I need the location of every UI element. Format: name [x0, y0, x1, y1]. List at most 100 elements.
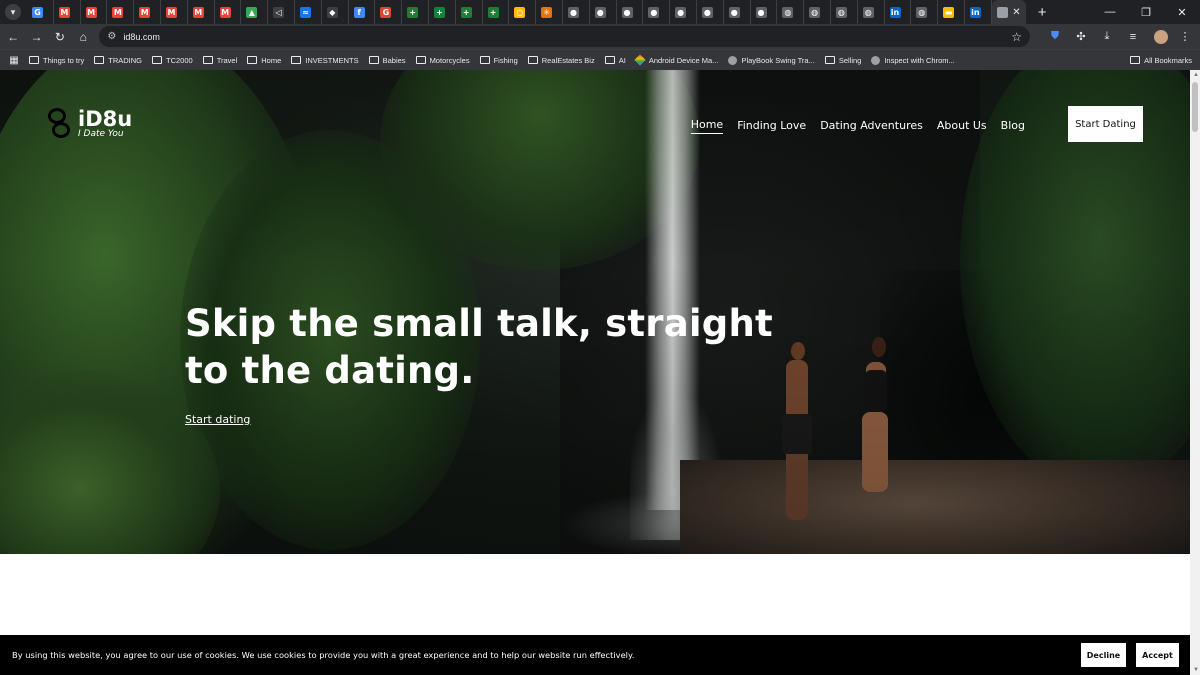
- bookmark-item[interactable]: Android Device Ma...: [631, 51, 724, 69]
- browser-tab[interactable]: ○: [509, 0, 537, 24]
- tab-favicon-icon: ●: [728, 6, 740, 18]
- site-info-icon[interactable]: ⚙: [107, 31, 116, 42]
- forward-icon[interactable]: →: [26, 26, 46, 47]
- nav-link-home[interactable]: Home: [690, 118, 724, 134]
- browser-tab[interactable]: ●: [643, 0, 671, 24]
- bookmark-star-icon[interactable]: ☆: [1011, 30, 1022, 44]
- browser-tab[interactable]: in: [885, 0, 912, 24]
- scroll-up-icon[interactable]: ▲: [1193, 72, 1199, 78]
- bookmark-item[interactable]: TC2000: [147, 51, 198, 69]
- browser-tab[interactable]: +: [402, 0, 429, 24]
- download-icon[interactable]: ⤓: [1096, 26, 1118, 47]
- bookmark-item[interactable]: RealEstates Biz: [523, 51, 600, 69]
- browser-tab[interactable]: ◁: [268, 0, 295, 24]
- tab-active[interactable]: ✕: [991, 0, 1026, 24]
- extensions-puzzle-icon[interactable]: ✣: [1070, 26, 1092, 47]
- folder-icon: [152, 56, 163, 64]
- browser-tab[interactable]: M: [107, 0, 135, 24]
- browser-tab[interactable]: M: [134, 0, 161, 24]
- browser-tab[interactable]: M: [54, 0, 81, 24]
- home-icon[interactable]: ⌂: [73, 26, 93, 47]
- decline-button[interactable]: Decline: [1081, 643, 1126, 667]
- bookmark-item[interactable]: Things to try: [24, 51, 89, 69]
- site-logo[interactable]: iD8u I Date You: [46, 108, 132, 140]
- close-window-button[interactable]: ✕: [1164, 0, 1200, 24]
- reload-icon[interactable]: ↻: [50, 26, 70, 47]
- folder-icon: [247, 56, 258, 64]
- bookmark-label: Android Device Ma...: [648, 55, 719, 65]
- browser-tab[interactable]: ●: [563, 0, 590, 24]
- browser-tab[interactable]: G: [375, 0, 403, 24]
- browser-tab[interactable]: ◍: [911, 0, 939, 24]
- profile-avatar[interactable]: [1153, 29, 1168, 44]
- tab-favicon-icon: +: [460, 6, 472, 18]
- browser-tab[interactable]: ●: [617, 0, 644, 24]
- browser-tab[interactable]: ●: [697, 0, 724, 24]
- media-control-icon[interactable]: ≡: [1122, 26, 1144, 47]
- browser-tab[interactable]: ◍: [858, 0, 885, 24]
- nav-link-about-us[interactable]: About Us: [937, 119, 987, 134]
- browser-tab[interactable]: ●: [670, 0, 697, 24]
- accept-button[interactable]: Accept: [1136, 643, 1179, 667]
- bookmark-item[interactable]: Motorcycles: [411, 51, 475, 69]
- browser-tab[interactable]: ▬: [938, 0, 965, 24]
- bookmark-item[interactable]: Travel: [198, 51, 243, 69]
- scroll-down-icon[interactable]: ▼: [1193, 667, 1199, 673]
- page-viewport: iD8u I Date You Home Finding Love Dating A…: [0, 70, 1200, 675]
- address-bar[interactable]: ⚙ id8u.com ☆: [99, 26, 1030, 47]
- nav-link-finding-love[interactable]: Finding Love: [737, 119, 806, 134]
- browser-tab[interactable]: +: [483, 0, 510, 24]
- scroll-thumb[interactable]: [1192, 82, 1198, 132]
- browser-tab[interactable]: ◍: [777, 0, 805, 24]
- shield-extension-icon[interactable]: ⛊: [1044, 26, 1066, 47]
- restore-button[interactable]: ❐: [1128, 0, 1164, 24]
- browser-tab[interactable]: +: [456, 0, 483, 24]
- browser-toolbar: ← → ↻ ⌂ ⚙ id8u.com ☆ ⛊ ✣ ⤓ ≡ ⋮: [0, 24, 1200, 49]
- browser-tab[interactable]: M: [215, 0, 242, 24]
- browser-tab[interactable]: ●: [590, 0, 617, 24]
- bookmark-item[interactable]: AI: [600, 51, 631, 69]
- nav-link-dating-adventures[interactable]: Dating Adventures: [820, 119, 923, 134]
- tab-search-icon[interactable]: ▾: [5, 4, 21, 20]
- new-tab-button[interactable]: +: [1038, 4, 1047, 21]
- browser-tab[interactable]: ◍: [804, 0, 831, 24]
- bookmark-item[interactable]: Home: [242, 51, 286, 69]
- start-dating-button[interactable]: Start Dating: [1068, 106, 1143, 142]
- close-tab-icon[interactable]: ✕: [1012, 7, 1020, 18]
- bookmark-item[interactable]: INVESTMENTS: [286, 51, 363, 69]
- browser-tab[interactable]: in: [965, 0, 992, 24]
- hero-start-dating-link[interactable]: Start dating: [185, 413, 250, 426]
- bookmark-item[interactable]: TRADING: [89, 51, 147, 69]
- bookmark-item[interactable]: Fishing: [475, 51, 523, 69]
- browser-tab[interactable]: f: [349, 0, 376, 24]
- tab-favicon-icon: M: [219, 6, 231, 18]
- extensions-area: ⛊ ✣ ⤓ ≡ ⋮: [1044, 26, 1200, 47]
- browser-tab[interactable]: ◆: [322, 0, 349, 24]
- bookmark-item[interactable]: Inspect with Chrom...: [866, 51, 959, 69]
- nav-link-blog[interactable]: Blog: [1001, 119, 1025, 134]
- browser-tab[interactable]: G: [27, 0, 54, 24]
- browser-tab[interactable]: M: [81, 0, 108, 24]
- browser-tab[interactable]: ▲: [241, 0, 269, 24]
- bookmark-item[interactable]: Babies: [364, 51, 411, 69]
- browser-tab[interactable]: ✳: [536, 0, 563, 24]
- bookmark-item[interactable]: Selling: [820, 51, 867, 69]
- tab-favicon-icon: f: [353, 6, 365, 18]
- url-text[interactable]: id8u.com: [123, 32, 1011, 42]
- browser-tab[interactable]: +: [429, 0, 456, 24]
- browser-tab[interactable]: ≈: [295, 0, 322, 24]
- back-icon[interactable]: ←: [3, 26, 23, 47]
- browser-tab[interactable]: ●: [751, 0, 778, 24]
- chrome-menu-icon[interactable]: ⋮: [1174, 26, 1196, 47]
- window-controls: — ❐ ✕: [1092, 0, 1200, 24]
- bookmark-label: AI: [618, 55, 626, 65]
- browser-tab[interactable]: ●: [724, 0, 751, 24]
- browser-tab[interactable]: M: [188, 0, 215, 24]
- bookmark-item[interactable]: PlayBook Swing Tra...: [723, 51, 819, 69]
- page-scrollbar[interactable]: ▲ ▼: [1190, 70, 1200, 675]
- apps-grid-icon[interactable]: ▦: [4, 55, 24, 66]
- all-bookmarks[interactable]: All Bookmarks: [1130, 56, 1192, 65]
- browser-tab[interactable]: M: [161, 0, 188, 24]
- browser-tab[interactable]: ◍: [831, 0, 858, 24]
- minimize-button[interactable]: —: [1092, 0, 1128, 24]
